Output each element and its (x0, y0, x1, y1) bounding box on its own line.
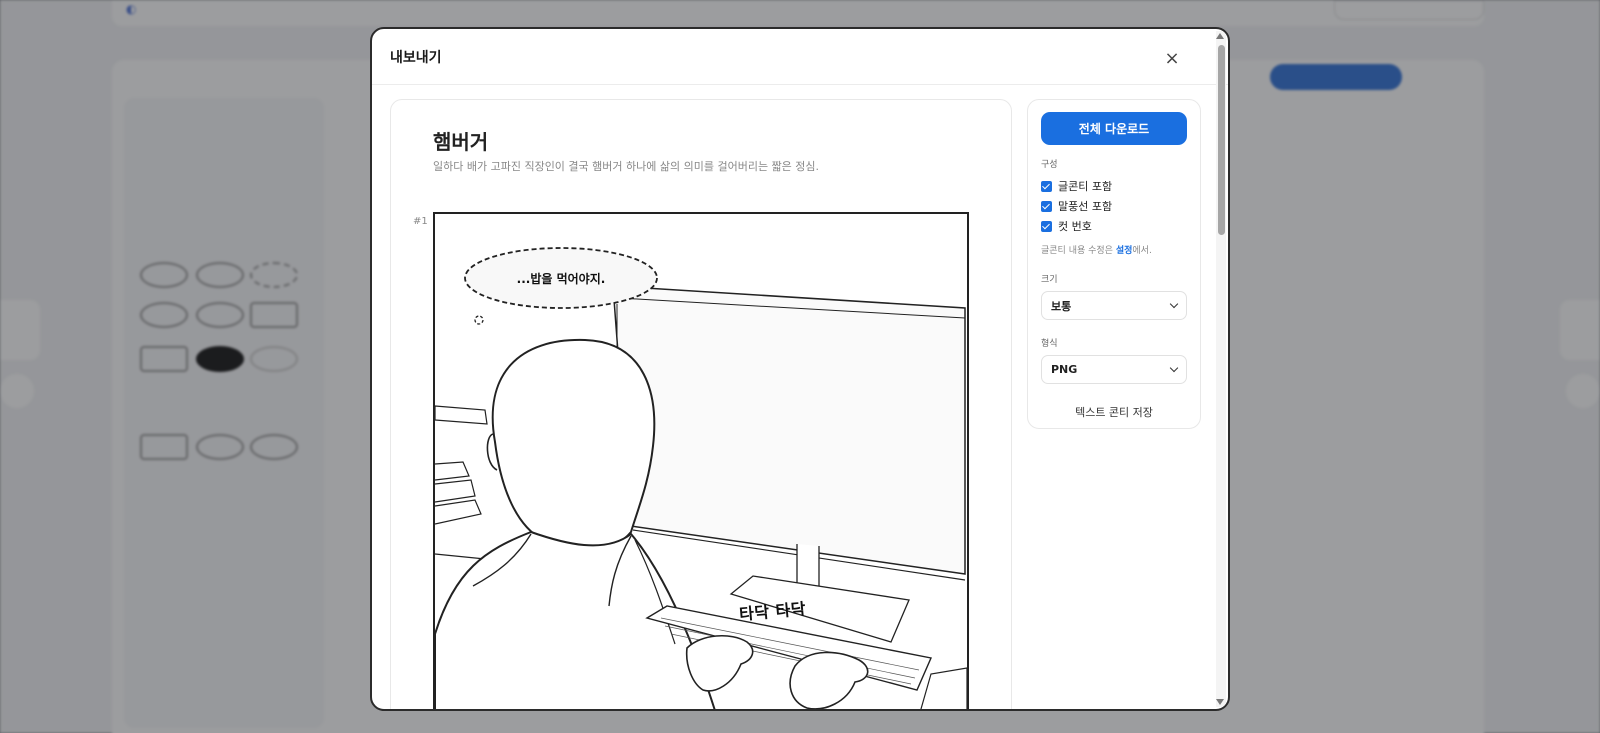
checkbox-checked-icon[interactable] (1041, 200, 1052, 212)
scroll-down-arrow-icon[interactable] (1216, 699, 1224, 705)
hint-suffix: 에서. (1132, 246, 1152, 256)
chevron-down-icon (1169, 363, 1179, 373)
save-text-script-button[interactable]: 텍스트 콘티 저장 (1041, 404, 1187, 420)
modal-title: 내보내기 (390, 49, 442, 66)
modal-scrollbar[interactable] (1216, 31, 1226, 707)
format-label: 형식 (1041, 339, 1058, 349)
close-icon[interactable]: × (1160, 46, 1184, 70)
preview-title: 햄버거 (433, 130, 489, 154)
cut-number: #1 (413, 216, 428, 227)
size-select[interactable]: 보통 (1041, 291, 1187, 320)
hint-prefix: 글콘티 내용 수정은 (1041, 246, 1116, 256)
download-all-button[interactable]: 전체 다운로드 (1041, 112, 1187, 145)
settings-hint: 글콘티 내용 수정은 설정에서. (1041, 243, 1187, 256)
export-modal: 내보내기 × 햄버거 일하다 배가 고파진 직장인이 결국 햄버거 하나에 삶의… (370, 27, 1230, 711)
checkbox-checked-icon[interactable] (1041, 180, 1052, 192)
option-include-bubbles[interactable]: 말풍선 포함 (1041, 196, 1187, 216)
modal-header: 내보내기 (372, 29, 1228, 85)
chevron-down-icon (1169, 299, 1179, 309)
option-label: 컷 번호 (1058, 220, 1092, 233)
size-value: 보통 (1051, 299, 1072, 313)
format-value: PNG (1051, 363, 1078, 376)
scroll-thumb[interactable] (1218, 45, 1225, 235)
comic-illustration (435, 247, 967, 709)
composition-label: 구성 (1041, 160, 1058, 170)
option-label: 글콘티 포함 (1058, 180, 1113, 193)
comic-panel: ...밥을 먹어야지. 타닥 타닥 (433, 212, 969, 709)
option-cut-number[interactable]: 컷 번호 (1041, 216, 1187, 236)
export-preview: 햄버거 일하다 배가 고파진 직장인이 결국 햄버거 하나에 삶의 의미를 걸어… (390, 99, 1012, 709)
option-label: 말풍선 포함 (1058, 200, 1113, 213)
settings-link[interactable]: 설정 (1116, 246, 1133, 256)
preview-subtitle: 일하다 배가 고파진 직장인이 결국 햄버거 하나에 삶의 의미를 걸어버리는 … (433, 160, 820, 173)
scroll-up-arrow-icon[interactable] (1216, 33, 1224, 39)
option-include-script[interactable]: 글콘티 포함 (1041, 176, 1187, 196)
checkbox-checked-icon[interactable] (1041, 220, 1052, 232)
format-select[interactable]: PNG (1041, 355, 1187, 384)
export-options-panel: 전체 다운로드 구성 글콘티 포함 말풍선 포함 컷 번호 글콘티 내용 수정은… (1027, 99, 1201, 429)
speech-bubble-text: ...밥을 먹어야지. (516, 272, 606, 286)
size-label: 크기 (1041, 275, 1058, 285)
